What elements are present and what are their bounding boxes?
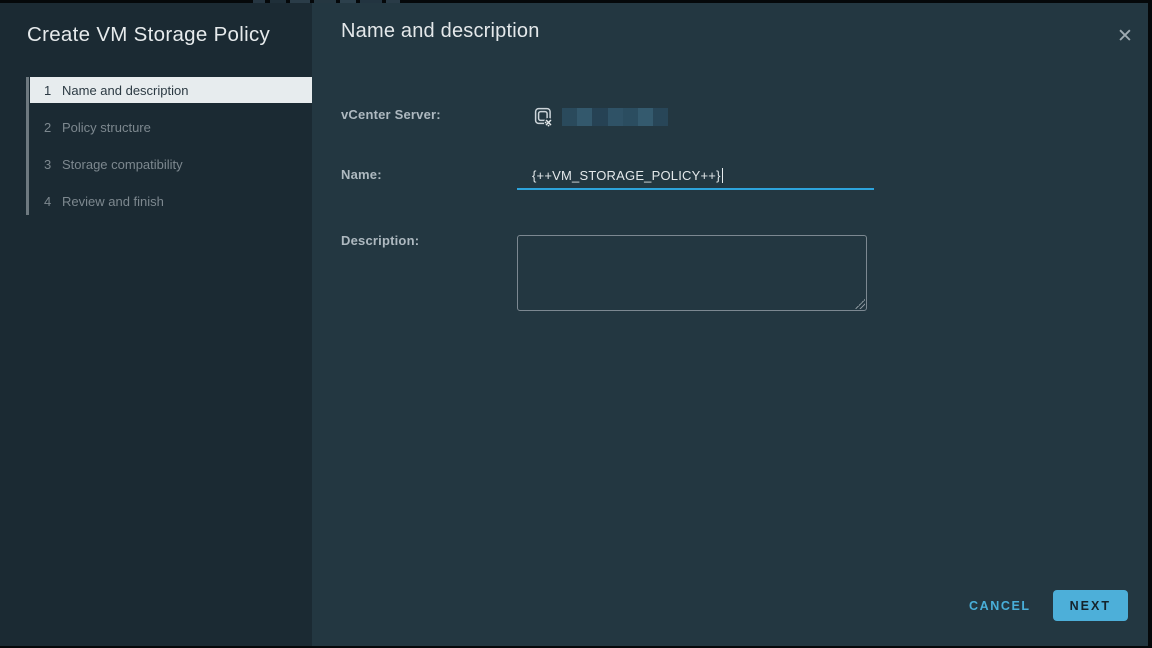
step-number: 4 bbox=[44, 194, 58, 209]
description-label: Description: bbox=[341, 233, 419, 248]
wizard-steps: 1 Name and description 2 Policy structur… bbox=[30, 77, 312, 225]
step-label: Policy structure bbox=[62, 120, 151, 135]
step-label: Review and finish bbox=[62, 194, 164, 209]
step-content-panel: Name and description ✕ vCenter Server: N… bbox=[312, 3, 1148, 646]
step-label: Storage compatibility bbox=[62, 157, 183, 172]
next-button[interactable]: NEXT bbox=[1053, 590, 1128, 621]
cancel-button[interactable]: CANCEL bbox=[969, 599, 1031, 613]
step-review-and-finish[interactable]: 4 Review and finish bbox=[30, 188, 312, 214]
name-label: Name: bbox=[341, 167, 382, 182]
step-label: Name and description bbox=[62, 83, 188, 98]
step-number: 3 bbox=[44, 157, 58, 172]
name-input[interactable]: {++VM_STORAGE_POLICY++} bbox=[517, 163, 874, 190]
step-policy-structure[interactable]: 2 Policy structure bbox=[30, 114, 312, 140]
description-field-wrap bbox=[517, 235, 867, 311]
name-input-value: {++VM_STORAGE_POLICY++} bbox=[532, 168, 721, 183]
step-name-and-description[interactable]: 1 Name and description bbox=[30, 77, 312, 103]
vcenter-name-redacted bbox=[562, 108, 668, 126]
wizard-title: Create VM Storage Policy bbox=[27, 23, 270, 47]
description-textarea[interactable] bbox=[517, 235, 867, 311]
steps-progress-bar bbox=[26, 77, 29, 215]
vcenter-server-icon bbox=[534, 107, 555, 129]
vcenter-server-value bbox=[534, 107, 668, 129]
close-icon[interactable]: ✕ bbox=[1115, 27, 1135, 47]
text-caret bbox=[722, 168, 723, 183]
dialog-footer: CANCEL NEXT bbox=[969, 590, 1128, 621]
step-number: 2 bbox=[44, 120, 58, 135]
step-number: 1 bbox=[44, 83, 58, 98]
wizard-sidebar: Create VM Storage Policy 1 Name and desc… bbox=[0, 3, 312, 646]
page-title: Name and description bbox=[341, 20, 540, 43]
create-vm-storage-policy-dialog: Create VM Storage Policy 1 Name and desc… bbox=[0, 3, 1148, 646]
vcenter-server-label: vCenter Server: bbox=[341, 107, 441, 122]
step-storage-compatibility[interactable]: 3 Storage compatibility bbox=[30, 151, 312, 177]
